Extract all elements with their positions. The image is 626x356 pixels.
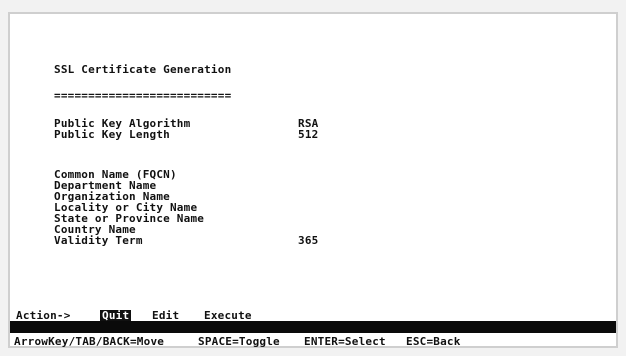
- status-bar: [10, 321, 616, 333]
- page-title: SSL Certificate Generation: [54, 63, 232, 76]
- quit-action[interactable]: Quit: [100, 310, 132, 321]
- field-label: Public Key Length: [54, 128, 170, 141]
- terminal-window: SSL Certificate Generation =============…: [8, 12, 618, 348]
- field-label: Validity Term: [54, 234, 143, 247]
- field-value[interactable]: 512: [298, 129, 318, 140]
- edit-action[interactable]: Edit: [152, 310, 179, 321]
- title-underline: ==========================: [54, 89, 232, 102]
- help-move: ArrowKey/TAB/BACK=Move: [14, 335, 165, 348]
- help-toggle: SPACE=Toggle: [198, 335, 280, 348]
- field-value[interactable]: 365: [298, 235, 318, 246]
- help-back: ESC=Back: [406, 335, 461, 348]
- execute-action[interactable]: Execute: [204, 310, 252, 321]
- terminal-screen: SSL Certificate Generation =============…: [10, 14, 616, 348]
- action-prompt: Action->: [16, 309, 71, 322]
- help-select: ENTER=Select: [304, 335, 386, 348]
